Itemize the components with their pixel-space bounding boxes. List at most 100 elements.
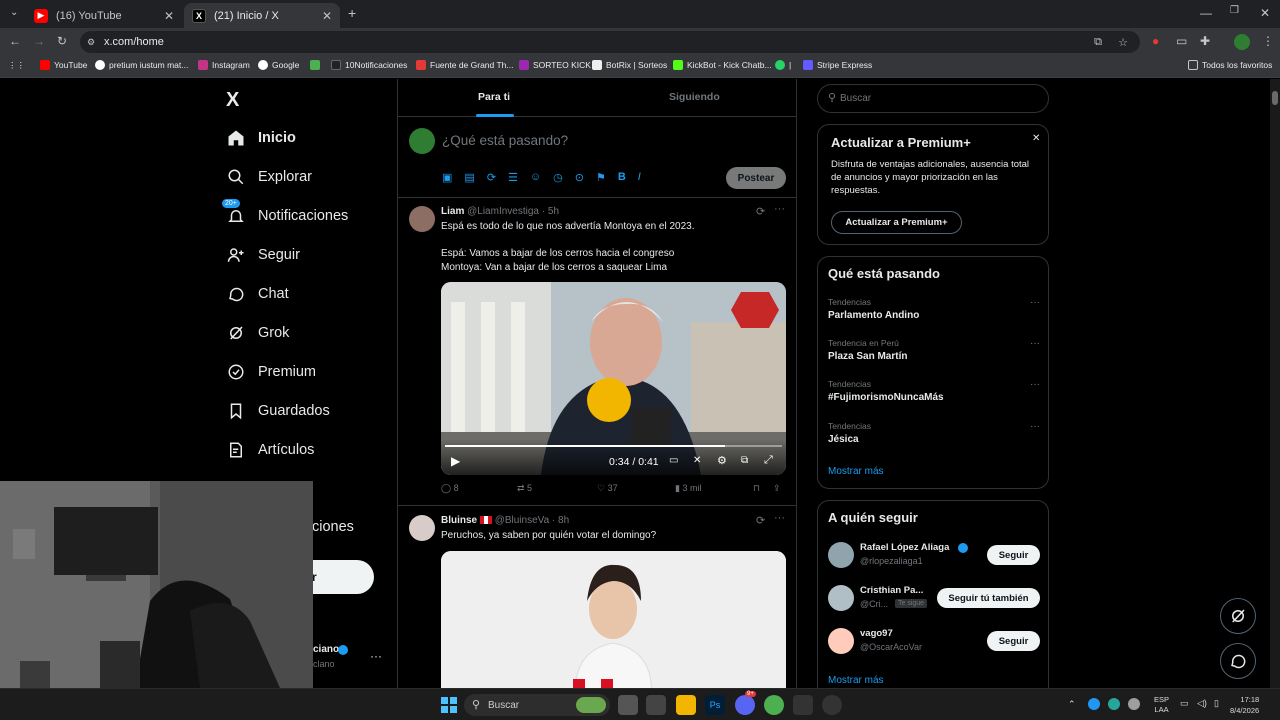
nav-item-guardados[interactable]: Guardados — [226, 401, 330, 421]
tweet-time[interactable]: 8h — [558, 515, 569, 526]
tab-x-home[interactable]: X (21) Inicio / X ✕ — [184, 3, 340, 28]
discord-icon[interactable]: 9+ — [735, 691, 756, 715]
site-info-icon[interactable]: ⚙ — [87, 37, 95, 48]
minimize-icon[interactable]: — — [1200, 6, 1212, 20]
play-icon[interactable]: ▶ — [451, 454, 460, 468]
bookmark-stripe[interactable]: Stripe Express — [803, 60, 872, 70]
avatar[interactable] — [409, 515, 435, 541]
tab-youtube[interactable]: ▶ (16) YouTube ✕ — [26, 3, 182, 28]
bold-icon[interactable]: B — [618, 171, 626, 184]
chrome-icon[interactable] — [764, 695, 784, 715]
bookmark-whatsapp[interactable]: | — [775, 60, 791, 70]
tweet-time[interactable]: 5h — [548, 206, 559, 217]
follow-suggestion[interactable]: Cristhian Pa... @Cri... Te sigue Seguir … — [828, 584, 1040, 614]
nav-item-explorar[interactable]: Explorar — [226, 167, 312, 187]
nav-item-grok[interactable]: Grok — [226, 323, 289, 343]
close-tab-icon[interactable]: ✕ — [322, 9, 332, 23]
settings-icon[interactable]: ⚙ — [717, 454, 727, 467]
follow-show-more[interactable]: Mostrar más — [828, 675, 884, 686]
tray-icon[interactable] — [1108, 698, 1120, 710]
bookmark-botrix[interactable]: BotRix | Sorteos — [592, 60, 667, 70]
nav-item-chat[interactable]: Chat — [226, 284, 289, 304]
video-player[interactable]: ▶ 0:34 / 0:41 ▭ ✕ ⚙ ⧉ ⤢ — [441, 282, 786, 475]
follow-button[interactable]: Seguir — [987, 545, 1040, 565]
nav-item-premium[interactable]: Premium — [226, 362, 316, 382]
follow-name[interactable]: vago97 — [860, 628, 893, 639]
author-handle[interactable]: @BluinseVa — [495, 515, 549, 526]
apps-icon[interactable]: ⋮⋮ — [8, 60, 25, 71]
nav-item-seguir[interactable]: Seguir — [226, 245, 300, 265]
tray-expand-icon[interactable]: ⌃ — [1068, 699, 1076, 710]
tweet[interactable]: Liam @LiamInvestiga · 5h ⟳ ··· Espá es t… — [398, 198, 796, 506]
bookmark-instagram[interactable]: Instagram — [198, 60, 250, 70]
bookmark-youtube[interactable]: YouTube — [40, 60, 87, 70]
battery-icon[interactable]: ▯ — [1214, 698, 1219, 709]
captions-icon[interactable]: ▭ — [669, 455, 678, 466]
trend-item[interactable]: Tendencias Parlamento Andino ··· — [828, 297, 1040, 321]
extension-icon[interactable]: ▭ — [1176, 34, 1187, 48]
tweet-image[interactable] — [441, 551, 786, 688]
views-button[interactable]: ▮ 3 mil — [675, 483, 701, 494]
all-bookmarks[interactable]: Todos los favoritos — [1188, 60, 1272, 70]
reply-button[interactable]: ◯ 8 — [441, 483, 459, 494]
retweet-button[interactable]: ⇄ 5 — [517, 483, 532, 494]
follow-name[interactable]: Rafael López Aliaga — [860, 542, 949, 553]
clock[interactable]: 17:18 8/4/2026 — [1230, 694, 1259, 716]
bookmark-icon[interactable]: ⊓ — [753, 483, 760, 494]
tray-icon[interactable] — [1128, 698, 1140, 710]
trends-show-more[interactable]: Mostrar más — [828, 466, 884, 477]
composer-input[interactable]: ¿Qué está pasando? — [442, 133, 568, 148]
follow-back-button[interactable]: Seguir tú también — [937, 588, 1040, 608]
avatar[interactable] — [828, 542, 854, 568]
author-name[interactable]: Bluinse — [441, 515, 477, 526]
profile-more-icon[interactable]: ··· — [370, 649, 382, 663]
tab-para-ti[interactable]: Para ti — [478, 91, 510, 103]
forward-icon[interactable]: → — [33, 34, 45, 48]
task-view-icon[interactable] — [618, 695, 638, 715]
x-logo[interactable]: X — [226, 89, 239, 112]
avatar[interactable] — [828, 585, 854, 611]
more-icon[interactable]: ··· — [774, 512, 785, 524]
bookmark-kickbot[interactable]: KickBot - Kick Chatb... — [673, 60, 772, 70]
bookmark-star-icon[interactable]: ☆ — [1118, 36, 1128, 49]
file-explorer-icon[interactable] — [676, 695, 696, 715]
network-icon[interactable]: ▭ — [1180, 698, 1189, 709]
italic-icon[interactable]: I — [638, 171, 641, 184]
tweet[interactable]: Bluinse @BluinseVa · 8h ⟳ ··· Peruchos, … — [398, 506, 796, 688]
bookmark-sorteo-kick[interactable]: SORTEO KICK — [519, 60, 591, 70]
tray-icon[interactable] — [1088, 698, 1100, 710]
grok-icon[interactable]: ⟳ — [487, 171, 496, 184]
search-box[interactable]: ⚲ Buscar — [817, 84, 1049, 113]
scrollbar[interactable] — [1270, 79, 1280, 688]
app-icon[interactable] — [793, 695, 813, 715]
avatar[interactable] — [828, 628, 854, 654]
taskbar-search[interactable]: ⚲ Buscar — [464, 694, 610, 716]
grok-icon[interactable]: ⟳ — [756, 205, 765, 218]
profile-avatar[interactable] — [1234, 34, 1250, 50]
close-window-icon[interactable]: ✕ — [1260, 6, 1270, 20]
app-icon[interactable] — [822, 695, 842, 715]
language-indicator[interactable]: ESP LAA — [1154, 695, 1169, 715]
location-icon[interactable]: ⊙ — [575, 171, 584, 184]
author-name[interactable]: Liam — [441, 206, 464, 217]
pip-icon[interactable]: ⧉ — [741, 455, 748, 466]
author-handle[interactable]: @LiamInvestiga — [467, 206, 539, 217]
emoji-icon[interactable]: ☺ — [530, 171, 541, 184]
more-icon[interactable]: ··· — [1030, 379, 1040, 390]
back-icon[interactable]: ← — [9, 34, 21, 48]
gif-icon[interactable]: ▤ — [464, 171, 474, 184]
avatar[interactable] — [409, 206, 435, 232]
menu-icon[interactable]: ⋮ — [1262, 34, 1274, 48]
more-icon[interactable]: ··· — [1030, 338, 1040, 349]
flag-icon[interactable]: ⚑ — [596, 171, 606, 184]
messages-floating-button[interactable] — [1220, 643, 1256, 679]
grok-floating-button[interactable] — [1220, 598, 1256, 634]
more-icon[interactable]: ··· — [1030, 297, 1040, 308]
install-app-icon[interactable]: ⧉ — [1094, 36, 1102, 49]
user-avatar[interactable] — [409, 128, 435, 154]
reload-icon[interactable]: ↻ — [57, 34, 67, 48]
follow-suggestion[interactable]: Rafael López Aliaga @rlopezaliaga1 Segui… — [828, 541, 1040, 571]
volume-icon[interactable]: ◁) — [1197, 698, 1207, 709]
premium-button[interactable]: Actualizar a Premium+ — [831, 211, 962, 234]
extension-red-icon[interactable]: ● — [1152, 34, 1159, 48]
